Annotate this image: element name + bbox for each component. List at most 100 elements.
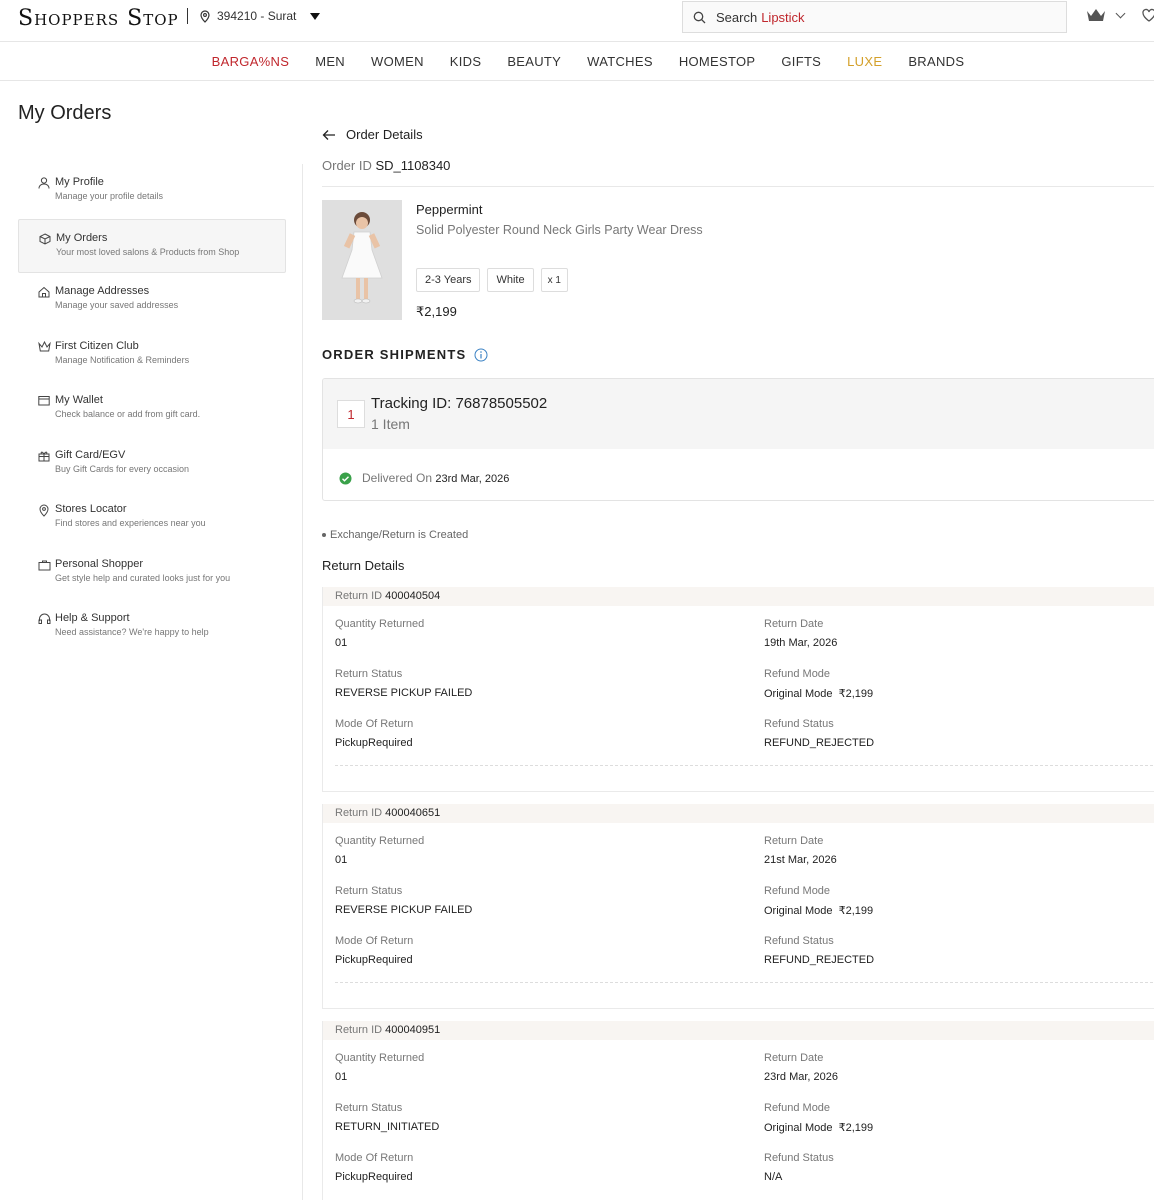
return-date: Return Date 21st Mar, 2026 xyxy=(764,835,837,866)
refund-mode: Refund Mode Original Mode ₹2,199 xyxy=(764,885,873,917)
field-value: 19th Mar, 2026 xyxy=(764,637,838,649)
category-nav: BARGA%NS MEN WOMEN KIDS BEAUTY WATCHES H… xyxy=(0,42,1154,81)
sidebar-item-label: Gift Card/EGV xyxy=(55,448,126,461)
return-date: Return Date 23rd Mar, 2026 xyxy=(764,1052,838,1083)
return-id-label: Return ID xyxy=(335,1024,383,1036)
chevron-down-icon[interactable] xyxy=(1115,8,1126,18)
nav-men[interactable]: MEN xyxy=(315,54,345,69)
return-details-title: Return Details xyxy=(322,558,405,573)
field-label: Quantity Returned xyxy=(335,1052,425,1064)
sidebar-item-label: Personal Shopper xyxy=(55,557,144,570)
sidebar-item-my-orders[interactable]: My Orders Your most loved salons & Produ… xyxy=(18,218,286,273)
location-pin-icon xyxy=(39,504,49,517)
order-id: Order ID SD_1108340 xyxy=(322,158,450,173)
nav-beauty[interactable]: BEAUTY xyxy=(507,54,561,69)
top-header: Shoppers Stop 394210 - Surat Search Lipst… xyxy=(0,0,1154,42)
mode-of-return: Mode Of Return PickupRequired xyxy=(335,718,413,749)
field-value: Original Mode ₹2,199 xyxy=(764,905,874,917)
order-details-header: Order Details xyxy=(322,127,423,142)
nav-luxe[interactable]: LUXE xyxy=(847,54,882,69)
field-value: PickupRequired xyxy=(335,954,413,966)
shoppers-stop-logo[interactable]: Shoppers Stop xyxy=(18,6,179,31)
sidebar-item-my-wallet[interactable]: My Wallet Check balance or add from gift… xyxy=(18,382,286,437)
field-value: PickupRequired xyxy=(335,1171,413,1183)
field-value: 01 xyxy=(335,854,348,866)
nav-brands[interactable]: BRANDS xyxy=(908,54,964,69)
product-name[interactable]: Solid Polyester Round Neck Girls Party W… xyxy=(416,223,703,237)
search-input[interactable]: Search Lipstick xyxy=(682,1,1067,33)
field-value: REVERSE PICKUP FAILED xyxy=(335,904,473,916)
home-icon xyxy=(38,286,50,298)
nav-kids[interactable]: KIDS xyxy=(450,54,482,69)
caret-down-icon xyxy=(310,12,321,20)
field-label: Return Status xyxy=(335,885,403,897)
sidebar-item-label: My Profile xyxy=(55,176,104,188)
quantity-returned: Quantity Returned 01 xyxy=(335,618,424,649)
sidebar-item-label: My Wallet xyxy=(55,394,103,406)
crown-icon[interactable] xyxy=(1085,7,1107,23)
return-id-value: 400040651 xyxy=(385,807,441,819)
quantity-returned: Quantity Returned 01 xyxy=(335,835,424,866)
field-label: Mode Of Return xyxy=(335,1152,414,1164)
sidebar-item-sub: Find stores and experiences near you xyxy=(55,518,206,528)
field-value: 01 xyxy=(335,1071,348,1083)
field-label: Mode Of Return xyxy=(335,935,414,947)
field-value: REVERSE PICKUP FAILED xyxy=(335,687,473,699)
page-title: My Orders xyxy=(18,102,112,124)
shipment-card[interactable]: 1 Tracking ID: 76878505502 1 Item Delive… xyxy=(322,378,1154,501)
color-chip: White xyxy=(487,268,534,292)
return-id-value: 400040951 xyxy=(385,1024,441,1036)
sidebar-item-label: First Citizen Club xyxy=(55,339,139,352)
quantity-returned: Quantity Returned 01 xyxy=(335,1052,424,1083)
sidebar-item-sub: Manage your saved addresses xyxy=(55,300,179,310)
girl-dress-photo xyxy=(322,200,402,320)
back-arrow-icon[interactable] xyxy=(322,129,336,141)
sidebar-item-label: Stores Locator xyxy=(55,503,127,515)
size-chip: 2-3 Years xyxy=(416,268,481,292)
sidebar-item-sub: Get style help and curated looks just fo… xyxy=(55,572,231,583)
location-pin-icon xyxy=(200,9,210,23)
info-icon[interactable] xyxy=(474,348,488,362)
nav-gifts[interactable]: GIFTS xyxy=(781,54,821,69)
sidebar-item-gift-card[interactable]: Gift Card/EGV Buy Gift Cards for every o… xyxy=(18,437,286,492)
section-divider xyxy=(322,186,1154,187)
sidebar-item-sub: Buy Gift Cards for every occasion xyxy=(55,463,190,474)
field-label: Refund Mode xyxy=(764,668,831,680)
user-icon xyxy=(38,177,50,189)
order-id-value: SD_1108340 xyxy=(375,158,451,173)
field-label: Return Status xyxy=(335,1102,403,1114)
field-label: Refund Status xyxy=(764,935,834,947)
nav-bargains[interactable]: BARGA%NS xyxy=(212,54,290,69)
nav-women[interactable]: WOMEN xyxy=(371,54,424,69)
check-circle-icon xyxy=(339,472,352,484)
nav-watches[interactable]: WATCHES xyxy=(587,54,653,69)
shipment-header: 1 Tracking ID: 76878505502 1 Item xyxy=(323,379,1154,449)
sidebar-item-help-support[interactable]: Help & Support Need assistance? We're ha… xyxy=(18,600,286,655)
nav-homestop[interactable]: HOMESTOP xyxy=(679,54,756,69)
sidebar-item-my-profile[interactable]: My Profile Manage your profile details xyxy=(18,164,286,219)
location-selector[interactable]: 394210 - Surat xyxy=(199,9,321,23)
sidebar-item-label: My Orders xyxy=(56,231,108,244)
box-icon xyxy=(39,232,51,245)
shopping-bag-icon xyxy=(38,560,51,570)
mode-of-return: Mode Of Return PickupRequired xyxy=(335,935,413,966)
sidebar-item-personal-shopper[interactable]: Personal Shopper Get style help and cura… xyxy=(18,546,286,601)
refund-status: Refund Status REFUND_REJECTED xyxy=(764,718,874,749)
field-label: Quantity Returned xyxy=(335,835,425,847)
exchange-note: Exchange/Return is Created xyxy=(322,529,468,541)
product-image[interactable] xyxy=(322,200,402,320)
sidebar-item-manage-addresses[interactable]: Manage Addresses Manage your saved addre… xyxy=(18,273,286,328)
field-label: Return Date xyxy=(764,835,824,847)
field-value: 01 xyxy=(335,637,348,649)
field-value: RETURN_INITIATED xyxy=(335,1121,440,1133)
refund-mode: Refund Mode Original Mode ₹2,199 xyxy=(764,1102,873,1134)
wishlist-heart-icon[interactable] xyxy=(1140,6,1154,24)
dashed-divider xyxy=(335,982,1154,983)
sidebar-item-first-citizen-club[interactable]: First Citizen Club Manage Notification &… xyxy=(18,328,286,383)
return-status: Return Status REVERSE PICKUP FAILED xyxy=(335,668,472,699)
mode-of-return: Mode Of Return PickupRequired xyxy=(335,1152,413,1183)
logo-divider xyxy=(187,8,188,24)
return-id-label: Return ID xyxy=(335,807,383,819)
sidebar-item-stores-locator[interactable]: Stores Locator Find stores and experienc… xyxy=(18,491,286,546)
product-brand[interactable]: Peppermint xyxy=(416,202,482,217)
